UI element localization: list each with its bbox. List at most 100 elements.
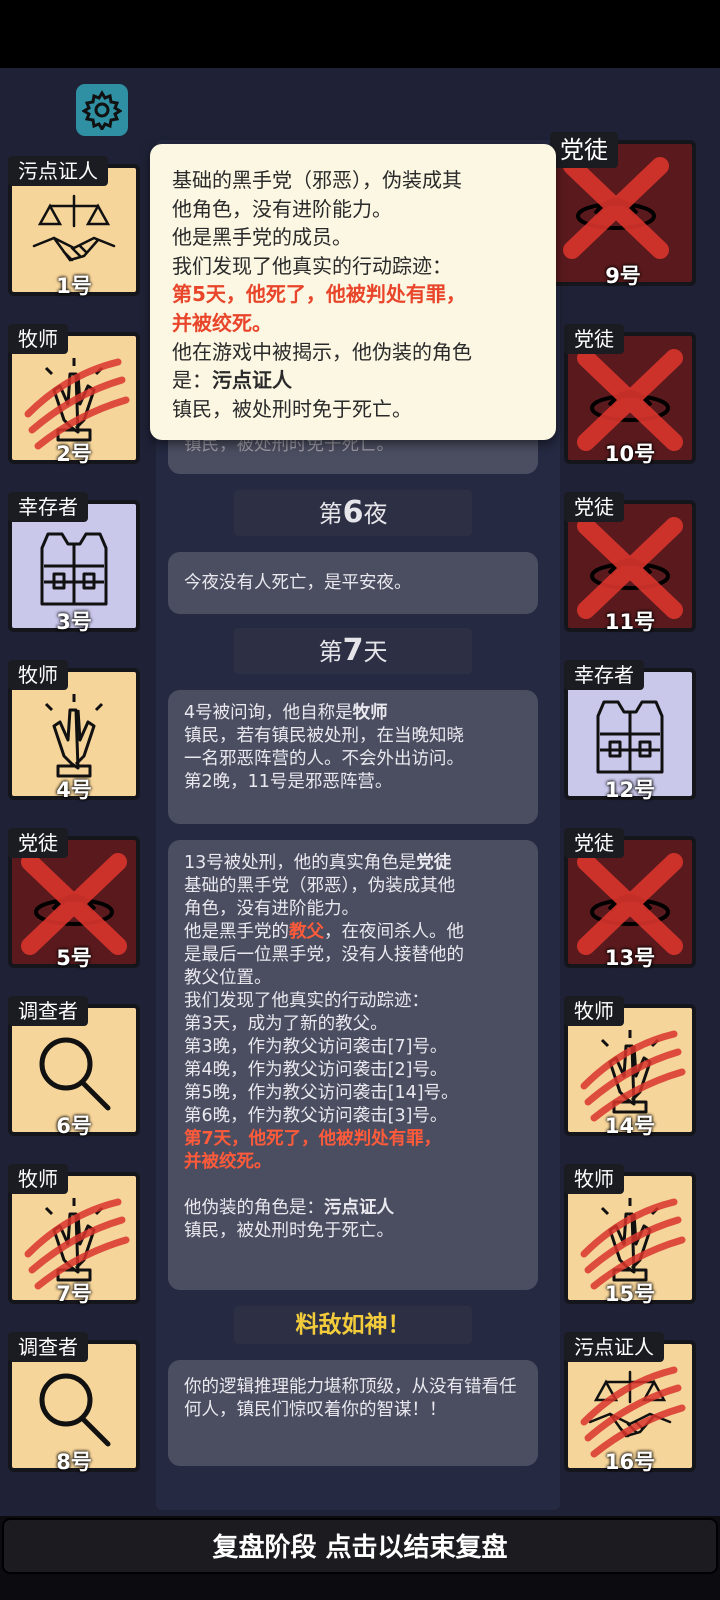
message-line: 教父位置。: [184, 968, 272, 988]
result-message: 你的逻辑推理能力堪称顶级，从没有错看任何人，镇民们惊叹着你的智谋！！: [168, 1360, 538, 1466]
message-line: 第7天，他死了，他被判处有罪，: [184, 1129, 442, 1149]
player-number: 16号: [604, 1450, 656, 1474]
message-line: 镇民，被处刑时免于死亡。: [184, 1221, 394, 1241]
message-line: 第4晚，作为教父访问袭击[2]号。: [184, 1060, 448, 1080]
player-card[interactable]: 党徒 10号: [564, 324, 696, 466]
magnifier-icon: [39, 1373, 111, 1447]
role-name: 污点证人: [324, 1198, 394, 1218]
day-7-inquiry-message: 4号被问询，他自称是牧师 镇民，若有镇民被处刑，在当晚知晓 一名邪恶阵营的人。不…: [168, 690, 538, 824]
message-line: 第3晚，作为教父访问袭击[7]号。: [184, 1037, 448, 1057]
player-card[interactable]: 党徒 5号: [8, 828, 140, 970]
header-text: 天: [363, 638, 388, 666]
header-text: 第: [318, 638, 343, 666]
header-text: 第: [318, 500, 343, 528]
message-line: 一名邪恶阵营的人。不会外出访问。: [184, 749, 464, 769]
role-tag: 调查者: [8, 996, 88, 1026]
role-name: 党徒: [416, 853, 452, 873]
message-text: 他是黑手党的: [184, 922, 289, 942]
message-line: 他伪装的角色是：污点证人: [184, 1197, 522, 1220]
popup-line: 第5天，他死了，他被判处有罪，: [172, 282, 466, 307]
role-tag: 牧师: [564, 996, 624, 1026]
player-card[interactable]: 调查者 6号: [8, 996, 140, 1138]
dead-x-mark-icon: [563, 157, 669, 259]
role-tag: 党徒: [564, 324, 624, 354]
message-line: 是最后一位黑手党，没有人接替他的: [184, 945, 464, 965]
popup-line: 基础的黑手党（邪恶），伪装成其: [172, 168, 462, 192]
message-line: 基础的黑手党（邪恶），伪装成其他: [184, 876, 456, 896]
player-card[interactable]: 牧师 4号: [8, 660, 140, 802]
role-tag: 幸存者: [8, 492, 88, 522]
message-line: 第2晚，11号是邪恶阵营。: [184, 772, 393, 792]
role-tag: 幸存者: [564, 660, 644, 690]
popup-line: 他在游戏中被揭示，他伪装的角色: [172, 339, 472, 364]
role-tag: 污点证人: [564, 1332, 664, 1362]
player-number: 11号: [604, 610, 656, 634]
player-card[interactable]: 党徒 11号: [564, 492, 696, 634]
player-card[interactable]: 幸存者 3号: [8, 492, 140, 634]
player-card[interactable]: 牧师 7号: [8, 1164, 140, 1306]
player-card[interactable]: 牧师 2号: [8, 324, 140, 466]
gear-icon: [82, 90, 122, 130]
player-card[interactable]: 污点证人 16号: [564, 1332, 696, 1474]
popup-text: 是：: [172, 368, 212, 393]
night-6-message: 今夜没有人死亡，是平安夜。: [168, 552, 538, 614]
player-card[interactable]: 污点证人 1号: [8, 156, 140, 298]
popup-line: 并被绞死。: [172, 310, 272, 335]
player-card[interactable]: 幸存者 12号: [564, 660, 696, 802]
player-number: 9号: [605, 264, 641, 288]
end-review-button[interactable]: 复盘阶段 点击以结束复盘: [2, 1518, 718, 1574]
message-line: 第6晚，作为教父访问袭击[3]号。: [184, 1106, 448, 1126]
role-name: 污点证人: [212, 368, 292, 393]
header-number: 6: [342, 495, 364, 530]
magnifier-icon: [39, 1037, 111, 1111]
player-number: 8号: [56, 1450, 92, 1474]
message-line: 我们发现了他真实的行动踪迹：: [184, 991, 429, 1011]
player-card[interactable]: 牧师 15号: [564, 1164, 696, 1306]
message-line: 13号被处刑，他的真实角色是党徒: [184, 852, 522, 875]
role-tag: 党徒: [564, 828, 624, 858]
role-name: 教父: [289, 922, 324, 942]
popup-line: 是：污点证人: [172, 366, 534, 395]
role-tag: 污点证人: [8, 156, 108, 186]
message-line: 镇民，若有镇民被处刑，在当晚知晓: [184, 726, 464, 746]
player-card[interactable]: 调查者 8号: [8, 1332, 140, 1474]
role-tag: 调查者: [8, 1332, 88, 1362]
player-number: 2号: [56, 442, 92, 466]
popup-line: 他是黑手党的成员。: [172, 225, 352, 250]
message-line: 第5晚，作为教父访问袭击[14]号。: [184, 1083, 459, 1103]
message-text: ，在夜间杀人。他: [324, 922, 464, 942]
popup-line: 镇民，被处刑时免于死亡。: [172, 396, 412, 421]
player-number: 5号: [56, 946, 92, 970]
message-text: 他伪装的角色是：: [184, 1198, 324, 1218]
role-tag: 牧师: [564, 1164, 624, 1194]
role-tag: 党徒: [564, 492, 624, 522]
message-line: 4号被问询，他自称是牧师: [184, 702, 522, 725]
role-detail-popup[interactable]: 基础的黑手党（邪恶），伪装成其 他角色，没有进阶能力。 他是黑手党的成员。 我们…: [150, 144, 556, 440]
popup-line: 他角色，没有进阶能力。: [172, 196, 392, 221]
player-number: 12号: [604, 778, 656, 802]
message-line: 他是黑手党的教父，在夜间杀人。他: [184, 921, 522, 944]
player-number: 3号: [56, 610, 92, 634]
player-card[interactable]: 党徒 13号: [564, 828, 696, 970]
player-number: 1号: [56, 274, 92, 298]
result-title: 料敌如神！: [234, 1306, 472, 1344]
status-bar: [0, 0, 720, 68]
settings-button[interactable]: [76, 84, 128, 136]
message-text: 今夜没有人死亡，是平安夜。: [184, 573, 412, 593]
vest-icon: [40, 532, 108, 606]
night-6-header: 第6夜: [234, 490, 472, 536]
role-tag: 党徒: [8, 828, 68, 858]
header-number: 7: [342, 633, 364, 668]
player-number: 13号: [604, 946, 656, 970]
player-number: 10号: [604, 442, 656, 466]
player-number: 4号: [56, 778, 92, 802]
role-tag: 牧师: [8, 660, 68, 690]
player-number: 14号: [604, 1114, 656, 1138]
day-7-header: 第7天: [234, 628, 472, 674]
player-card[interactable]: 牧师 14号: [564, 996, 696, 1138]
role-name: 牧师: [352, 703, 388, 723]
role-tag: 牧师: [8, 324, 68, 354]
player-card[interactable]: 党徒 9号: [550, 132, 696, 288]
vest-icon: [596, 700, 664, 774]
